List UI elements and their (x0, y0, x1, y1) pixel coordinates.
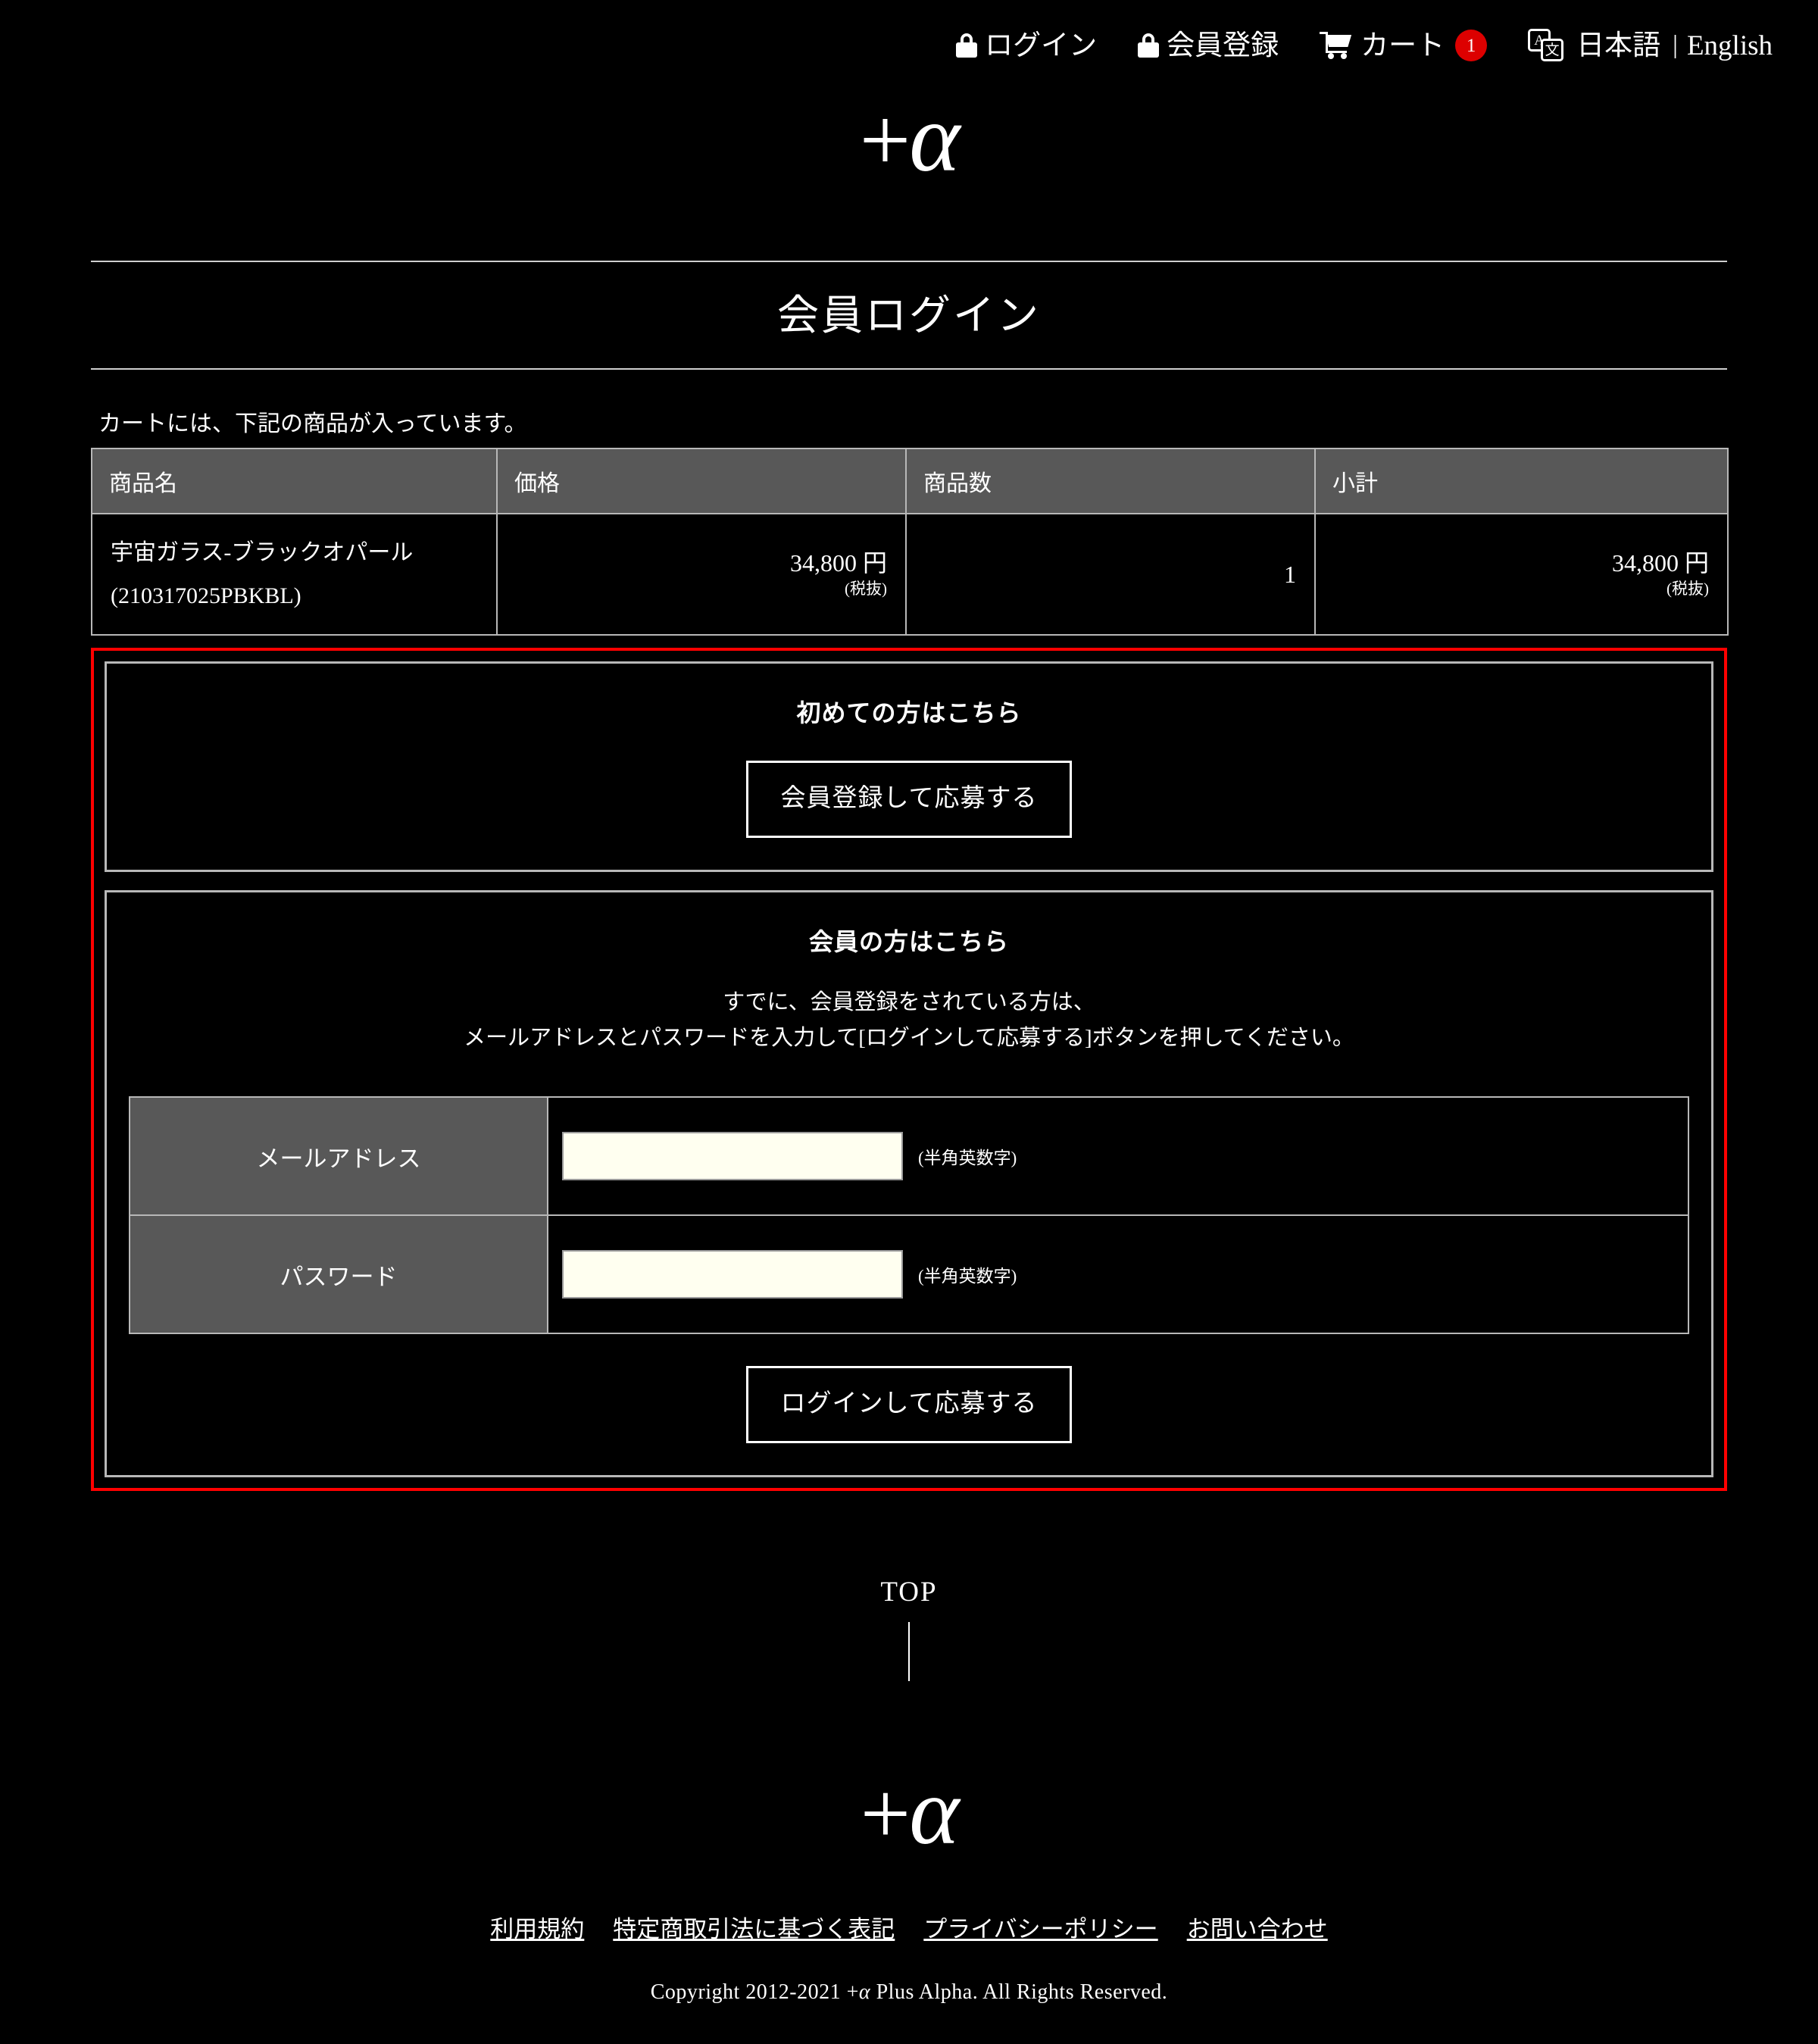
nav-item-cart[interactable]: カート 1 (1320, 30, 1488, 61)
cart-subtotal-value: 34,800 円 (1611, 549, 1709, 577)
back-to-top-link[interactable]: TOP (880, 1576, 937, 1608)
email-field-label: メールアドレス (129, 1096, 548, 1217)
footer-logo-plus: + (860, 1763, 911, 1863)
password-field-hint: (半角英数字) (918, 1267, 1017, 1286)
site-logo-container: +α (0, 68, 1818, 186)
cart-subtotal-tax-note: (税抜) (1666, 579, 1709, 598)
cart-column-price: 価格 (496, 448, 907, 514)
cart-column-product-name: 商品名 (91, 448, 498, 514)
existing-member-heading: 会員の方はこちら (808, 927, 1009, 955)
copyright-text: Copyright 2012-2021 +α Plus Alpha. All R… (0, 1980, 1818, 2005)
footer-logo[interactable]: +α (860, 1763, 960, 1863)
cart-count-badge: 1 (1455, 30, 1488, 61)
page-title-block: 会員ログイン (91, 261, 1727, 370)
nav-item-login[interactable]: ログイン (956, 32, 1097, 60)
cart-cell-product-name: 宇宙ガラス-ブラックオパール (210317025PBKBL) (91, 513, 498, 636)
lock-icon (956, 33, 978, 58)
cart-price-tax-note: (税抜) (845, 579, 887, 598)
site-footer: +α 利用規約 特定商取引法に基づく表記 プライバシーポリシー お問い合わせ C… (0, 1681, 1818, 2044)
email-field[interactable] (562, 1132, 903, 1181)
footer-link-commercial-transactions[interactable]: 特定商取引法に基づく表記 (613, 1916, 895, 1942)
footer-links: 利用規約 特定商取引法に基づく表記 プライバシーポリシー お問い合わせ (0, 1910, 1818, 1944)
auth-section: 初めての方はこちら 会員登録して応募する 会員の方はこちら すでに、会員登録をさ… (91, 648, 1727, 1491)
login-form-row-email: メールアドレス (半角英数字) (129, 1096, 1689, 1217)
register-and-apply-button[interactable]: 会員登録して応募する (746, 761, 1072, 838)
footer-logo-alpha: α (909, 1758, 959, 1864)
nav-item-register[interactable]: 会員登録 (1138, 32, 1279, 60)
existing-member-description: すでに、会員登録をされている方は、 メールアドレスとパスワードを入力して[ログイ… (107, 985, 1711, 1058)
cart-note: カートには、下記の商品が入っています。 (98, 411, 527, 436)
cart-table: 商品名 価格 商品数 小計 宇宙ガラス-ブラックオパール (210317025P… (91, 448, 1729, 636)
footer-link-terms[interactable]: 利用規約 (490, 1916, 584, 1942)
back-to-top-container: TOP (91, 1576, 1727, 1681)
cart-quantity-value: 1 (1284, 560, 1296, 588)
email-field-cell: (半角英数字) (547, 1096, 1689, 1217)
nav-item-login-label: ログイン (985, 30, 1098, 61)
cart-cell-subtotal: 34,800 円 (税抜) (1314, 513, 1729, 636)
language-option-japanese[interactable]: 日本語 (1576, 32, 1660, 60)
table-row: 宇宙ガラス-ブラックオパール (210317025PBKBL) 34,800 円… (91, 513, 1729, 636)
existing-member-description-line1: すでに、会員登録をされている方は、 (723, 989, 1095, 1014)
cart-table-header-row: 商品名 価格 商品数 小計 (91, 448, 1729, 514)
language-separator: | (1673, 31, 1678, 59)
copyright-prefix: Copyright 2012-2021 + (650, 1980, 859, 2004)
page-root: ログイン 会員登録 カート 1 A 文 日本語 | English +α 会員ロ… (0, 0, 1818, 2044)
translate-icon-glyph-b: 文 (1541, 39, 1564, 61)
nav-item-cart-label: カート (1360, 30, 1445, 61)
existing-member-description-line2: メールアドレスとパスワードを入力して[ログインして応募する]ボタンを押してくださ… (464, 1026, 1354, 1051)
cart-column-subtotal: 小計 (1314, 448, 1729, 514)
language-option-english[interactable]: English (1687, 32, 1773, 60)
cart-product-code: (210317025PBKBL) (111, 583, 301, 608)
site-logo-plus: + (859, 89, 911, 190)
copyright-alpha: α (858, 1980, 871, 2004)
nav-item-register-label: 会員登録 (1167, 30, 1279, 61)
new-member-heading: 初めての方はこちら (796, 699, 1022, 727)
login-form-row-password: パスワード (半角英数字) (129, 1214, 1689, 1335)
password-field[interactable] (562, 1250, 903, 1299)
email-field-hint: (半角英数字) (918, 1149, 1017, 1168)
footer-link-contact[interactable]: お問い合わせ (1187, 1916, 1328, 1942)
page-title: 会員ログイン (776, 292, 1041, 339)
lock-icon (1138, 33, 1160, 58)
translate-icon: A 文 (1528, 29, 1564, 62)
cart-icon (1320, 32, 1353, 59)
existing-member-panel: 会員の方はこちら すでに、会員登録をされている方は、 メールアドレスとパスワード… (105, 889, 1713, 1477)
site-logo-alpha: α (909, 84, 960, 192)
password-field-label: パスワード (129, 1214, 548, 1335)
site-logo[interactable]: +α (860, 89, 961, 186)
cart-product-name: 宇宙ガラス-ブラックオパール (111, 540, 414, 565)
main-container: 会員ログイン カートには、下記の商品が入っています。 商品名 価格 商品数 小計… (91, 261, 1729, 1681)
top-navigation: ログイン 会員登録 カート 1 A 文 日本語 | English (0, 0, 1818, 68)
cart-cell-quantity: 1 (905, 513, 1316, 636)
cart-column-quantity: 商品数 (905, 448, 1316, 514)
language-switcher: A 文 日本語 | English (1528, 29, 1773, 62)
footer-link-privacy-policy[interactable]: プライバシーポリシー (923, 1916, 1157, 1942)
login-and-apply-button[interactable]: ログインして応募する (746, 1366, 1072, 1443)
login-form-table: メールアドレス (半角英数字) パスワード (半角英数字) (129, 1096, 1689, 1335)
top-link-divider (908, 1621, 910, 1681)
cart-price-value: 34,800 円 (789, 549, 887, 577)
password-field-cell: (半角英数字) (547, 1214, 1689, 1335)
new-member-panel: 初めての方はこちら 会員登録して応募する (105, 661, 1713, 872)
cart-cell-price: 34,800 円 (税抜) (496, 513, 907, 636)
copyright-suffix: Plus Alpha. All Rights Reserved. (870, 1980, 1168, 2004)
